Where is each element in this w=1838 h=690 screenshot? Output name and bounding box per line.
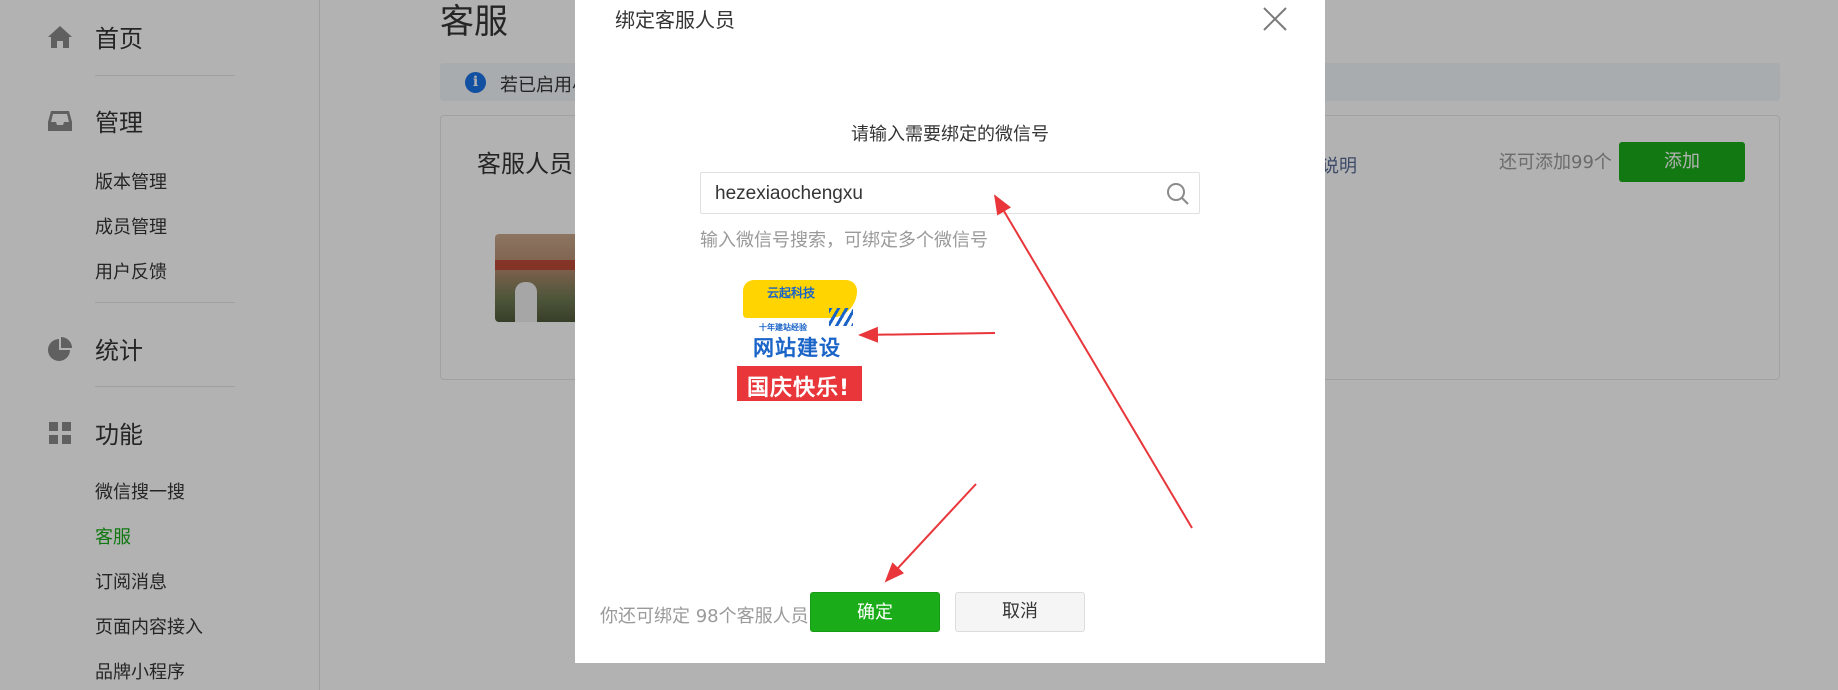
close-icon[interactable]	[1258, 2, 1292, 36]
search-icon[interactable]	[1166, 182, 1190, 206]
dialog-title: 绑定客服人员	[615, 8, 735, 32]
decorative-stripes	[829, 308, 853, 326]
headline-text: 网站建设	[753, 336, 841, 360]
dialog-prompt: 请输入需要绑定的微信号	[851, 124, 1049, 145]
logo-text: 云起科技	[767, 286, 816, 300]
wechat-id-search	[700, 172, 1200, 214]
cancel-button[interactable]: 取消	[955, 592, 1085, 632]
banner-text: 国庆快乐!	[747, 376, 851, 401]
wechat-id-input[interactable]	[713, 179, 1157, 209]
search-result-avatar[interactable]: 云起科技 十年建站经验 网站建设 国庆快乐!	[737, 280, 862, 401]
confirm-button[interactable]: 确定	[810, 592, 940, 632]
remaining-quota-text: 你还可绑定 98个客服人员	[600, 606, 809, 627]
bind-staff-dialog: 绑定客服人员 请输入需要绑定的微信号 输入微信号搜索，可绑定多个微信号 云起科技…	[575, 0, 1325, 663]
search-hint: 输入微信号搜索，可绑定多个微信号	[700, 230, 988, 251]
